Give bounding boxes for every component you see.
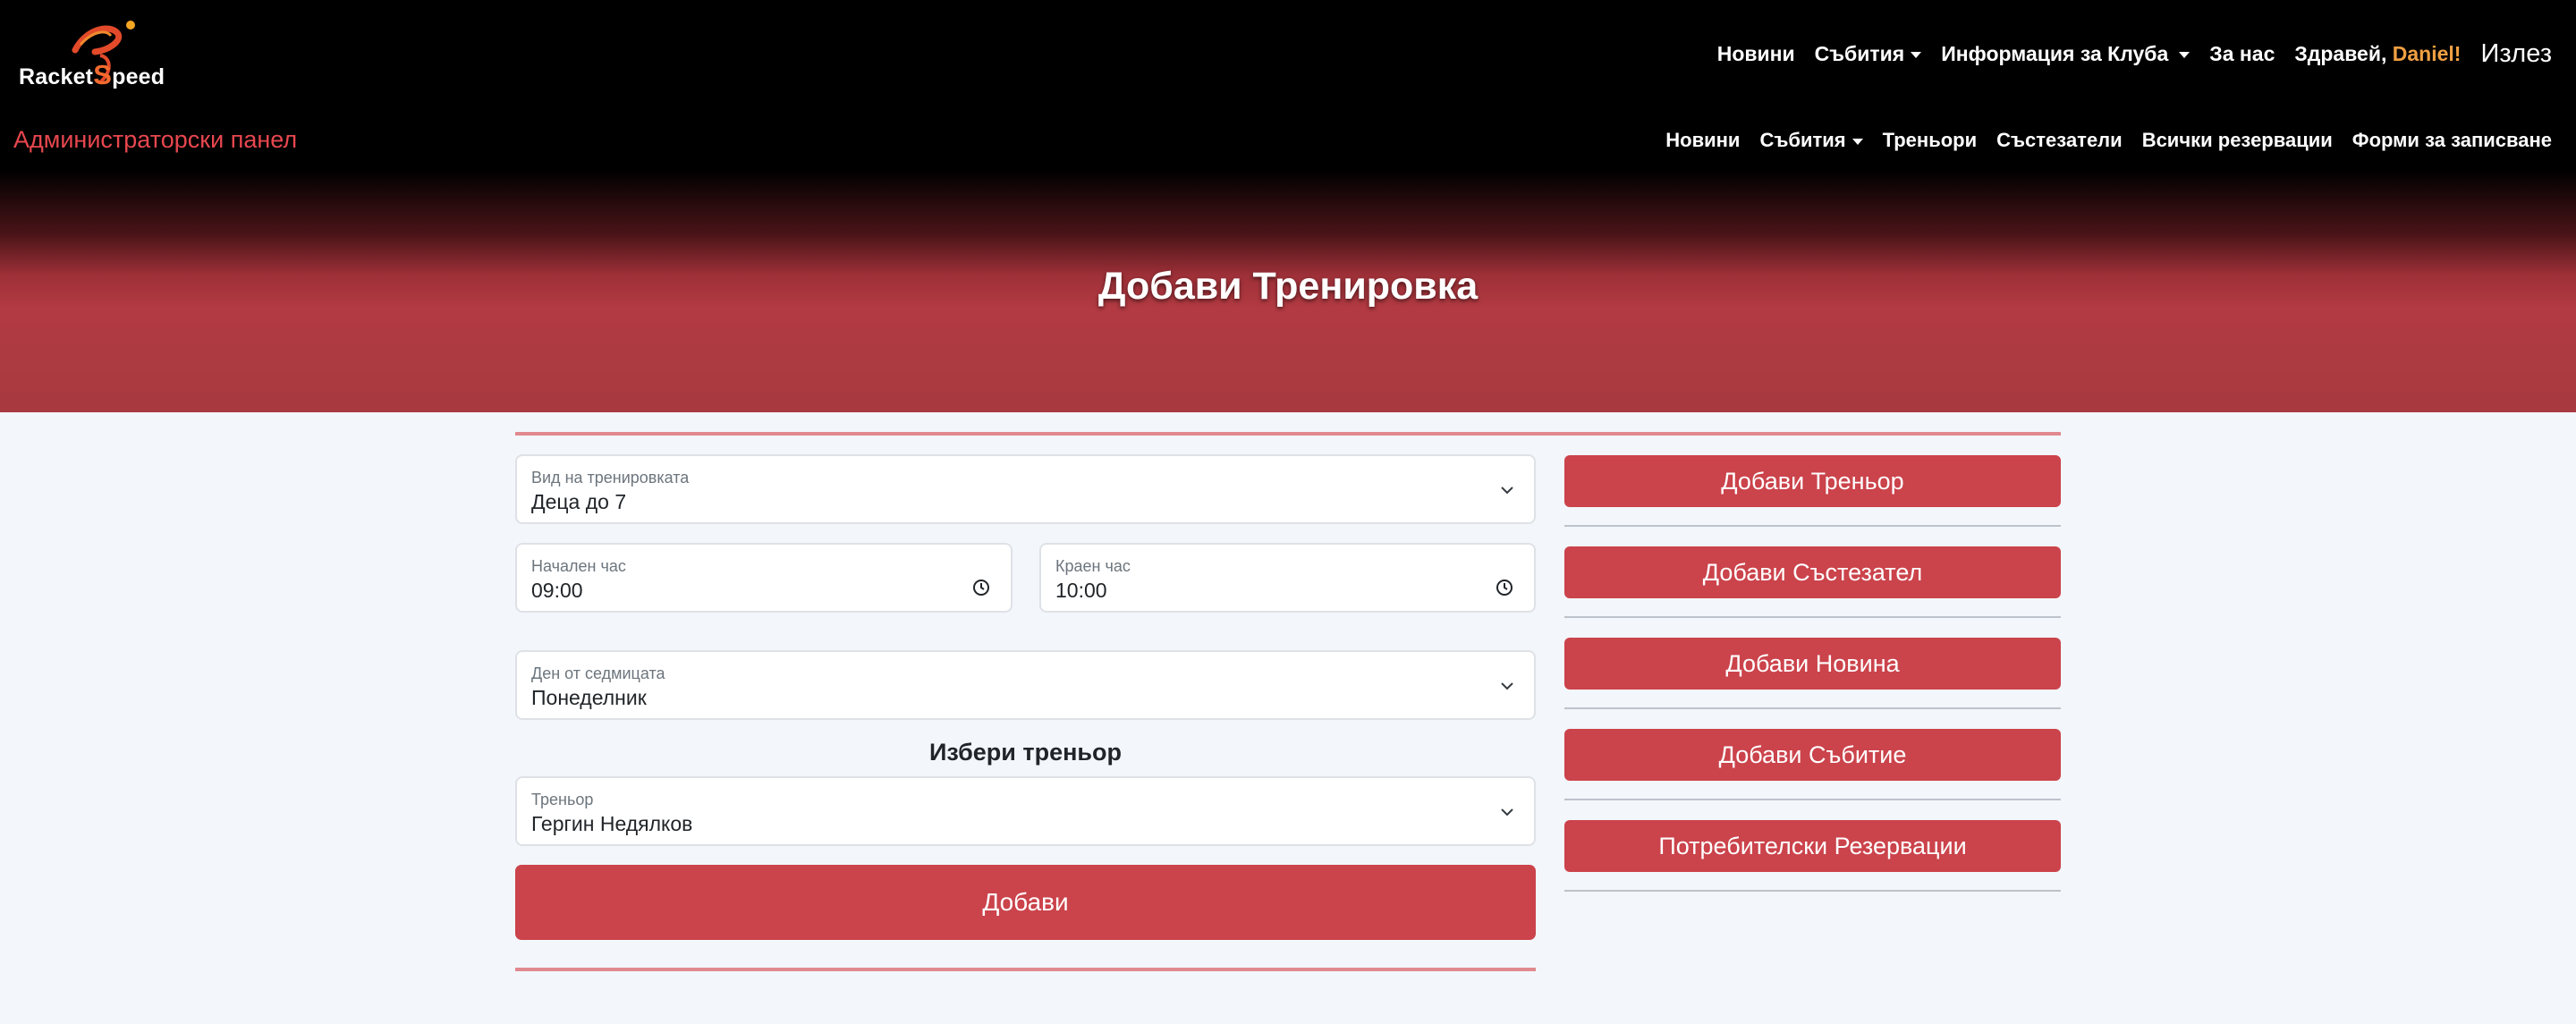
- coach-value: Гергин Недялков: [531, 812, 693, 835]
- chevron-down-icon: [1501, 487, 1513, 495]
- page-title: Добави Тренировка: [1097, 265, 1479, 308]
- username: Daniel!: [2392, 42, 2462, 65]
- training-type-label: Вид на тренировката: [531, 469, 690, 487]
- end-time-label: Краен час: [1055, 557, 1131, 575]
- main-nav: Новини Събития Информация за Клуба За на…: [1698, 39, 2552, 69]
- page-header: RacketSpeed Новини Събития Информация за…: [0, 0, 2576, 412]
- nav-about[interactable]: За нас: [2209, 42, 2275, 66]
- brand-logo[interactable]: RacketSpeed: [13, 18, 165, 90]
- divider: [515, 968, 1536, 971]
- admin-nav-all-reservations[interactable]: Всички резервации: [2142, 129, 2333, 152]
- start-time-input[interactable]: Начален час 09:00: [515, 543, 1013, 613]
- admin-nav-news[interactable]: Новини: [1665, 129, 1740, 152]
- clock-icon[interactable]: [971, 578, 991, 597]
- logout-link[interactable]: Излез: [2480, 39, 2552, 69]
- training-type-value: Деца до 7: [531, 490, 627, 513]
- admin-nav: Новини Събития Треньори Състезатели Всич…: [1646, 129, 2552, 152]
- nav-events-dropdown[interactable]: Събития: [1815, 42, 1922, 66]
- divider: [1564, 890, 2061, 892]
- weekday-value: Понеделник: [531, 686, 647, 709]
- coach-label: Треньор: [531, 791, 594, 808]
- admin-nav-coaches[interactable]: Треньори: [1883, 129, 1978, 152]
- divider: [1564, 707, 2061, 709]
- admin-panel-title[interactable]: Администраторски панел: [13, 126, 297, 154]
- start-time-value: 09:00: [531, 579, 583, 602]
- add-training-button[interactable]: Добави: [515, 865, 1536, 940]
- nav-news[interactable]: Новини: [1717, 42, 1795, 66]
- user-reservations-button[interactable]: Потребителски Резервации: [1564, 820, 2061, 872]
- weekday-label: Ден от седмицата: [531, 664, 665, 682]
- user-greeting: Здравей, Daniel!: [2294, 42, 2462, 65]
- divider: [1564, 616, 2061, 618]
- brand-wordmark: RacketSpeed: [19, 59, 165, 90]
- end-time-input[interactable]: Краен час 10:00: [1039, 543, 1536, 613]
- add-coach-button[interactable]: Добави Треньор: [1564, 455, 2061, 507]
- chevron-down-icon: [1501, 808, 1513, 817]
- divider: [1564, 799, 2061, 800]
- chevron-down-icon: [1501, 682, 1513, 690]
- choose-coach-heading: Избери треньор: [928, 739, 1123, 766]
- weekday-select[interactable]: Ден от седмицата Понеделник: [515, 650, 1536, 720]
- training-type-select[interactable]: Вид на тренировката Деца до 7: [515, 454, 1536, 524]
- divider: [515, 432, 2061, 436]
- admin-nav-signup-forms[interactable]: Форми за записване: [2352, 129, 2552, 152]
- clock-icon[interactable]: [1495, 578, 1514, 597]
- start-time-label: Начален час: [531, 557, 626, 575]
- end-time-value: 10:00: [1055, 579, 1107, 602]
- caret-down-icon: [2179, 52, 2190, 58]
- divider: [1564, 525, 2061, 527]
- add-news-button[interactable]: Добави Новина: [1564, 638, 2061, 690]
- admin-nav-events-dropdown[interactable]: Събития: [1759, 129, 1863, 152]
- caret-down-icon: [1911, 52, 1922, 58]
- add-competitor-button[interactable]: Добави Състезател: [1564, 546, 2061, 598]
- admin-nav-competitors[interactable]: Състезатели: [1996, 129, 2123, 152]
- nav-club-info-dropdown[interactable]: Информация за Клуба: [1941, 42, 2190, 66]
- caret-down-icon: [1852, 138, 1863, 145]
- coach-select[interactable]: Треньор Гергин Недялков: [515, 776, 1536, 846]
- add-event-button[interactable]: Добави Събитие: [1564, 729, 2061, 781]
